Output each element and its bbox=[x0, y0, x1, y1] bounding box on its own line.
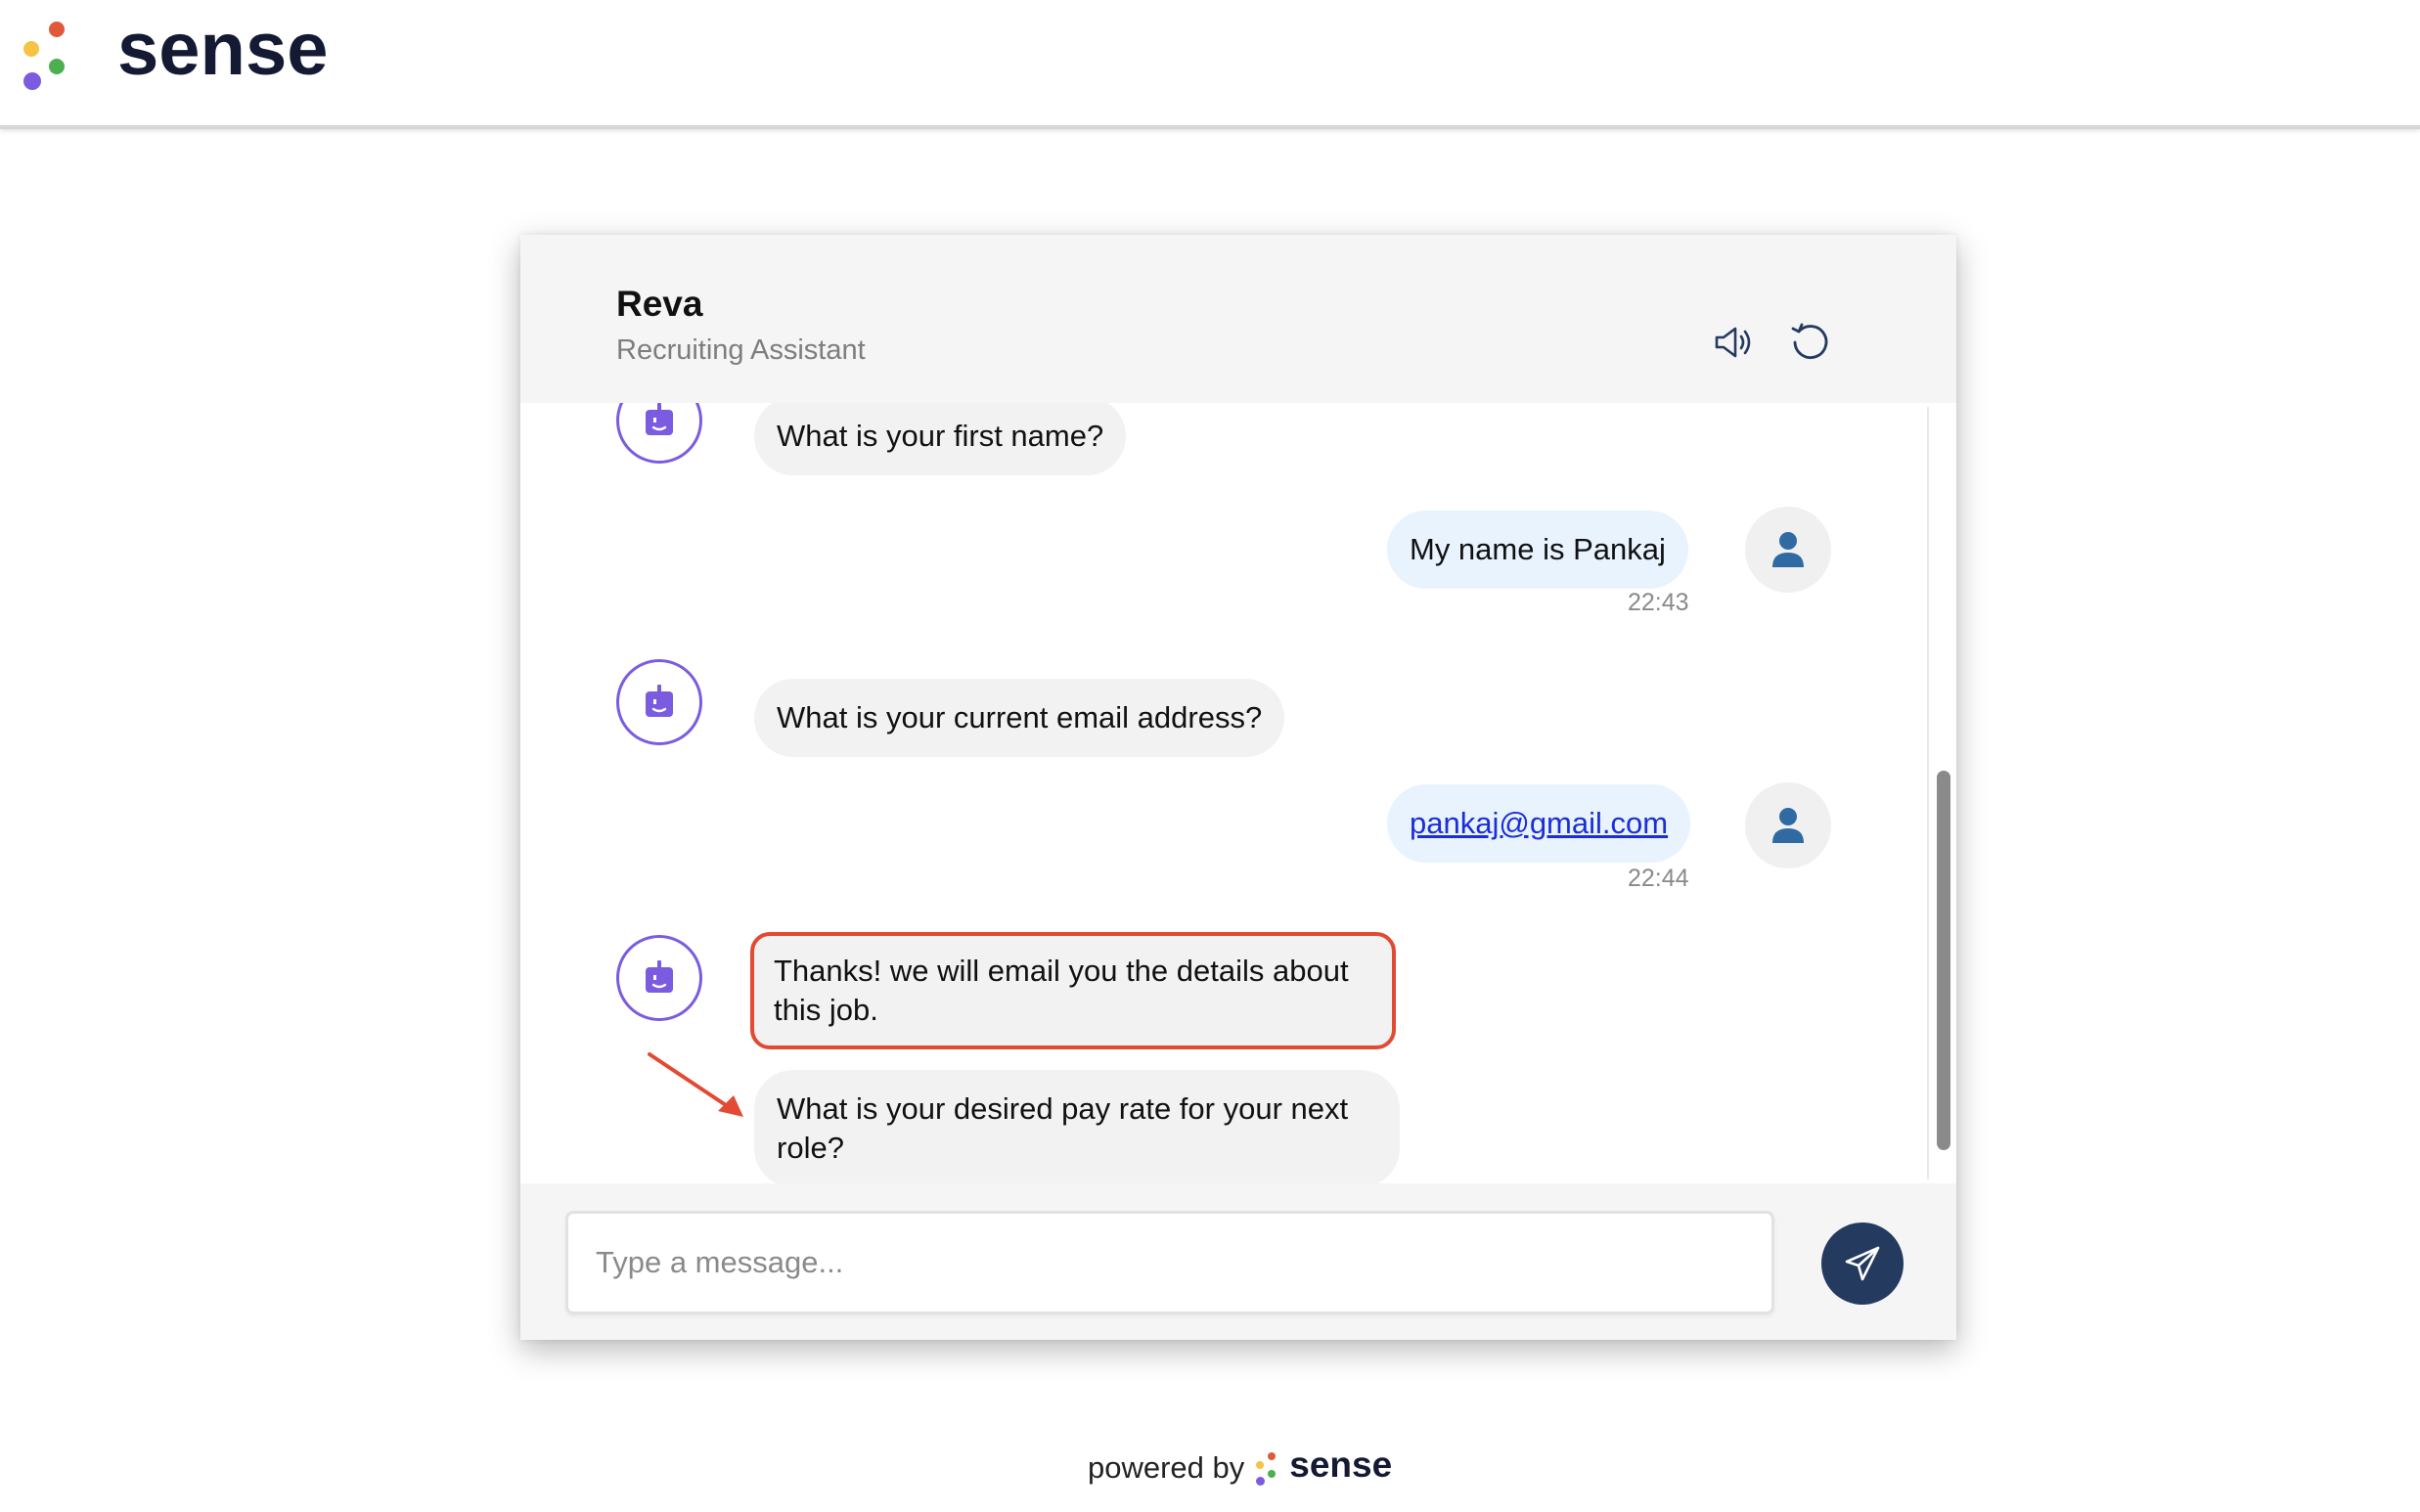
chat-widget: Reva Recruiting Assistant What is your f… bbox=[520, 235, 1956, 1340]
message-timestamp: 22:44 bbox=[1628, 865, 1689, 892]
bot-message-bubble: What is your desired pay rate for your n… bbox=[754, 1070, 1400, 1183]
chat-header: Reva Recruiting Assistant bbox=[520, 235, 1956, 403]
send-button[interactable] bbox=[1821, 1223, 1904, 1305]
bot-avatar bbox=[616, 659, 702, 745]
bot-icon bbox=[646, 685, 673, 717]
user-icon bbox=[1772, 808, 1804, 843]
bot-message-bubble: What is your current email address? bbox=[754, 679, 1285, 757]
powered-by-label: powered by bbox=[1088, 1450, 1245, 1485]
speaker-icon bbox=[1715, 327, 1751, 358]
assistant-role: Recruiting Assistant bbox=[616, 334, 866, 366]
refresh-icon bbox=[1791, 323, 1828, 359]
sense-logo[interactable]: sense bbox=[22, 13, 329, 96]
highlighted-bot-message-bubble: Thanks! we will email you the details ab… bbox=[750, 932, 1396, 1049]
user-avatar bbox=[1745, 507, 1831, 593]
user-message-bubble: My name is Pankaj bbox=[1387, 511, 1688, 589]
chat-input-area bbox=[520, 1183, 1956, 1340]
bot-avatar bbox=[616, 935, 702, 1021]
email-link[interactable]: pankaj@gmail.com bbox=[1410, 806, 1668, 840]
user-avatar bbox=[1745, 782, 1831, 868]
annotation-arrow-icon bbox=[648, 1052, 743, 1117]
message-input[interactable] bbox=[565, 1211, 1774, 1314]
restart-chat-button[interactable] bbox=[1783, 315, 1838, 370]
user-icon bbox=[1772, 532, 1804, 567]
message-list[interactable]: What is your first name? My name is Pank… bbox=[520, 403, 1956, 1183]
message-timestamp: 22:43 bbox=[1628, 589, 1689, 616]
bot-icon bbox=[646, 403, 673, 435]
send-icon bbox=[1845, 1246, 1880, 1281]
logo-dots-icon bbox=[22, 18, 72, 96]
bot-icon bbox=[646, 960, 673, 993]
bot-avatar bbox=[616, 403, 702, 464]
scrollbar-thumb[interactable] bbox=[1937, 771, 1950, 1150]
top-bar: sense bbox=[0, 0, 2420, 129]
user-message-bubble: pankaj@gmail.com bbox=[1387, 784, 1691, 863]
sound-toggle-button[interactable] bbox=[1706, 315, 1761, 370]
powered-by-footer: powered by sense bbox=[1088, 1444, 1392, 1492]
logo-wordmark: sense bbox=[117, 8, 329, 91]
powered-by-brand[interactable]: sense bbox=[1289, 1445, 1392, 1486]
logo-dots-icon bbox=[1254, 1450, 1279, 1486]
bot-message-bubble: What is your first name? bbox=[754, 403, 1127, 475]
assistant-name: Reva bbox=[616, 284, 703, 324]
